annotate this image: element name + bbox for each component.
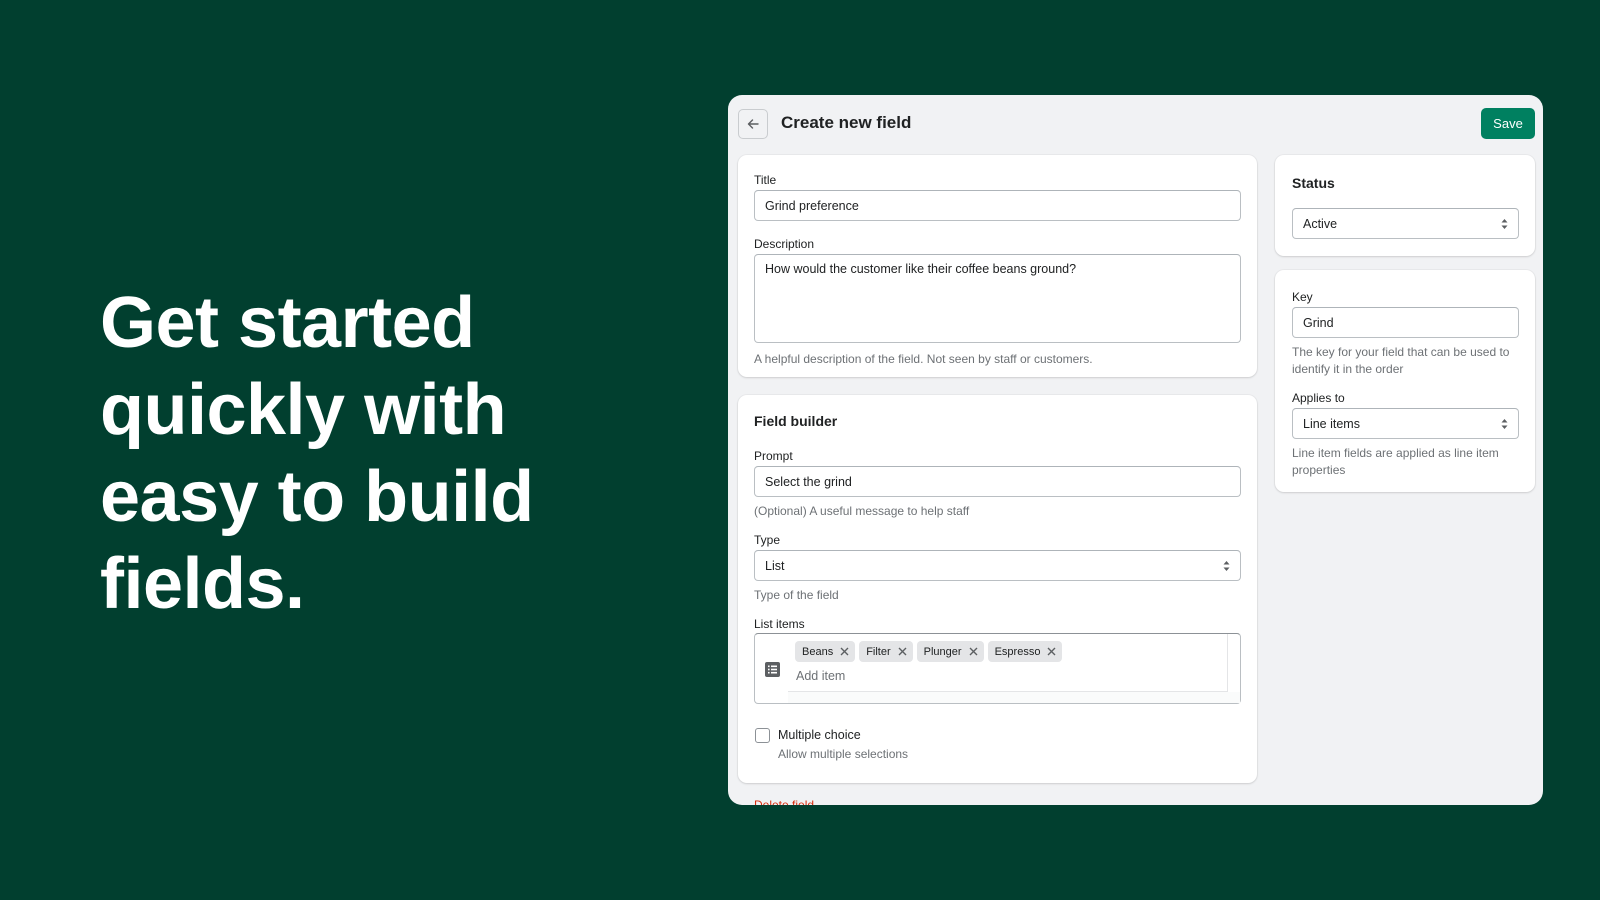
list-items-input[interactable]: Beans Filter Plunger Espresso Add item <box>754 633 1241 704</box>
delete-field-link[interactable]: Delete field <box>754 798 814 805</box>
remove-tag-icon[interactable] <box>1047 647 1056 656</box>
tag-label: Filter <box>866 645 891 658</box>
prompt-input-value: Select the grind <box>765 474 852 489</box>
status-heading: Status <box>1292 175 1335 191</box>
remove-tag-icon[interactable] <box>969 647 978 656</box>
multiple-choice-checkbox[interactable] <box>755 728 770 743</box>
hero-headline: Get started quickly with easy to build f… <box>100 280 620 628</box>
tag-item: Beans <box>795 641 856 662</box>
remove-tag-icon[interactable] <box>840 647 849 656</box>
type-label: Type <box>754 533 781 547</box>
title-input-value: Grind preference <box>765 198 859 213</box>
page-header: Create new field Save <box>728 95 1543 155</box>
prompt-input[interactable]: Select the grind <box>754 466 1241 497</box>
tag-item: Espresso <box>987 641 1063 662</box>
list-items-label: List items <box>754 617 805 631</box>
prompt-label: Prompt <box>754 449 793 463</box>
description-label: Description <box>754 237 815 251</box>
title-input[interactable]: Grind preference <box>754 190 1241 221</box>
app-window: Create new field Save Title Grind prefer… <box>728 95 1543 805</box>
type-help: Type of the field <box>754 588 839 602</box>
select-arrows-icon <box>1223 560 1230 571</box>
hero-line-4: fields. <box>100 544 305 624</box>
tag-label: Beans <box>802 645 834 658</box>
type-select[interactable]: List <box>754 550 1241 581</box>
list-icon <box>765 662 780 677</box>
page-title: Create new field <box>781 113 912 132</box>
save-button[interactable]: Save <box>1481 108 1535 139</box>
select-arrows-icon <box>1501 418 1508 429</box>
tag-item: Filter <box>859 641 913 662</box>
key-input-value: Grind <box>1303 315 1334 330</box>
tag-label: Espresso <box>994 645 1041 658</box>
status-card: Status Active <box>1275 155 1535 256</box>
key-input[interactable]: Grind <box>1292 307 1519 338</box>
add-item-input[interactable]: Add item <box>796 669 845 683</box>
hero-line-2: quickly with <box>100 370 507 450</box>
key-help: The key for your field that can be used … <box>1292 345 1510 376</box>
remove-tag-icon[interactable] <box>898 647 907 656</box>
key-label: Key <box>1292 290 1313 304</box>
title-label: Title <box>754 173 777 187</box>
field-builder-card: Field builder Prompt Select the grind (O… <box>738 395 1257 783</box>
tag-item: Plunger <box>916 641 984 662</box>
applies-to-label: Applies to <box>1292 391 1345 405</box>
status-select-value: Active <box>1303 216 1338 231</box>
details-card: Title Grind preference Description How w… <box>738 155 1257 377</box>
applies-to-value: Line items <box>1303 416 1360 431</box>
hero-line-1: Get started <box>100 283 475 363</box>
status-select[interactable]: Active <box>1292 208 1519 239</box>
key-card: Key Grind The key for your field that ca… <box>1275 270 1535 492</box>
applies-to-select[interactable]: Line items <box>1292 408 1519 439</box>
description-textarea[interactable]: How would the customer like their coffee… <box>754 254 1241 343</box>
field-builder-heading: Field builder <box>754 413 838 429</box>
prompt-help: (Optional) A useful message to help staf… <box>754 504 970 518</box>
tag-list: Beans Filter Plunger Espresso <box>795 641 1063 662</box>
multiple-choice-help: Allow multiple selections <box>778 747 909 761</box>
multiple-choice-label: Multiple choice <box>778 728 861 742</box>
applies-to-help: Line item fields are applied as line ite… <box>1292 446 1499 477</box>
type-select-value: List <box>765 558 785 573</box>
arrow-left-icon <box>747 119 759 129</box>
description-value: How would the customer like their coffee… <box>765 262 1077 276</box>
tag-label: Plunger <box>923 645 962 658</box>
description-help: A helpful description of the field. Not … <box>754 352 1093 366</box>
hero-line-3: easy to build <box>100 457 534 537</box>
select-arrows-icon <box>1501 218 1508 229</box>
back-button[interactable] <box>738 109 768 139</box>
